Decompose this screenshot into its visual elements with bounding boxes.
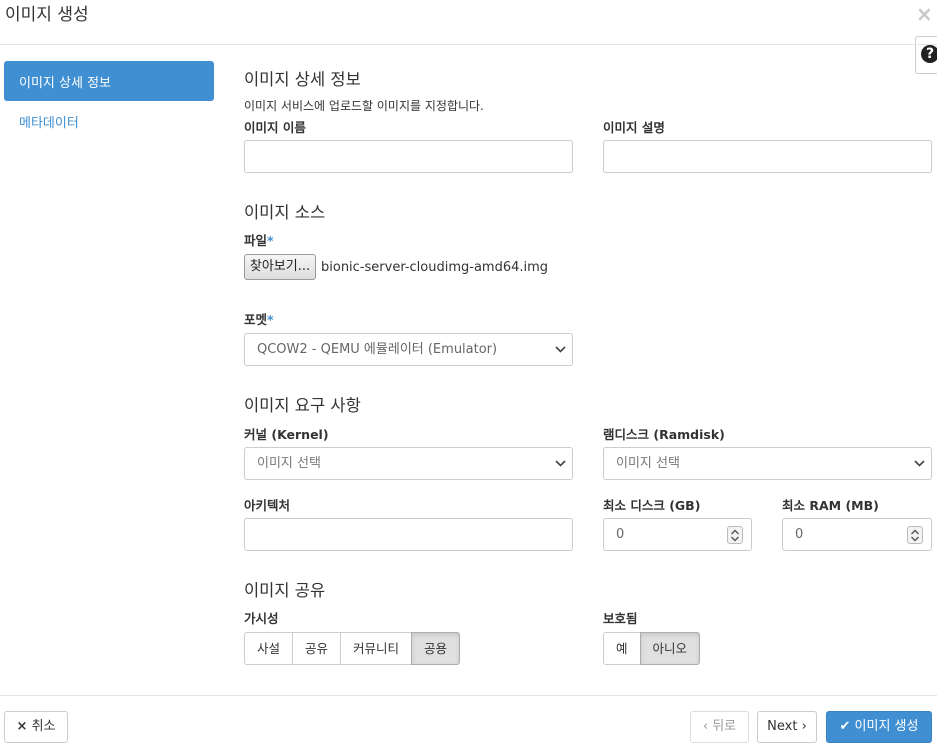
chevron-down-icon [914, 448, 925, 467]
sidebar-item-metadata[interactable]: 메타데이터 [19, 112, 79, 131]
chevron-right-icon: › [801, 719, 807, 734]
kernel-select[interactable]: 이미지 선택 [244, 447, 573, 480]
kernel-label: 커널 (Kernel) [244, 427, 329, 442]
footer-divider [0, 695, 937, 696]
format-select-value: QCOW2 - QEMU 에뮬레이터 (Emulator) [257, 342, 498, 357]
selected-file-name: bionic-server-cloudimg-amd64.img [321, 260, 549, 275]
ramdisk-label: 램디스크 (Ramdisk) [603, 427, 725, 442]
create-image-button-label: 이미지 생성 [854, 719, 919, 734]
ramdisk-select[interactable]: 이미지 선택 [603, 447, 932, 480]
architecture-input[interactable] [244, 518, 573, 551]
create-image-button[interactable]: ✔ 이미지 생성 [826, 711, 932, 743]
required-mark: * [267, 233, 274, 248]
required-mark: * [267, 312, 274, 327]
image-description-input[interactable] [603, 140, 932, 173]
modal-title: 이미지 생성 [5, 5, 89, 25]
visibility-label: 가시성 [244, 611, 279, 626]
next-button[interactable]: Next › [757, 711, 817, 743]
min-ram-label: 최소 RAM (MB) [782, 498, 879, 513]
chevron-left-icon: ‹ [702, 719, 709, 734]
file-label-text: 파일 [244, 233, 268, 248]
protected-no-button[interactable]: 아니오 [639, 632, 701, 665]
file-label: 파일* [244, 230, 274, 249]
section-heading-source: 이미지 소스 [244, 203, 326, 222]
min-ram-input[interactable]: 0 [782, 518, 932, 551]
chevron-down-icon [555, 334, 566, 353]
visibility-public-button[interactable]: 공용 [411, 632, 461, 665]
visibility-private-button[interactable]: 사설 [244, 632, 294, 665]
section-heading-details: 이미지 상세 정보 [244, 70, 361, 89]
header-divider [0, 44, 937, 45]
section-heading-requirements: 이미지 요구 사항 [244, 396, 361, 415]
architecture-label: 아키텍처 [244, 498, 291, 513]
spinner-icon[interactable] [727, 526, 743, 544]
back-button-label: 뒤로 [712, 719, 737, 734]
format-select[interactable]: QCOW2 - QEMU 에뮬레이터 (Emulator) [244, 333, 573, 366]
format-label: 포멧* [244, 309, 274, 328]
cancel-button[interactable]: × 취소 [4, 711, 68, 743]
visibility-community-button[interactable]: 커뮤니티 [340, 632, 413, 665]
protected-toggle-group: 예 아니오 [603, 632, 701, 665]
visibility-shared-button[interactable]: 공유 [292, 632, 342, 665]
visibility-toggle-group: 사설 공유 커뮤니티 공용 [244, 632, 461, 665]
help-button[interactable]: ? [915, 36, 937, 74]
back-button[interactable]: ‹ 뒤로 [690, 711, 749, 743]
protected-yes-button[interactable]: 예 [603, 632, 641, 665]
min-disk-value: 0 [616, 527, 625, 542]
min-disk-input[interactable]: 0 [603, 518, 752, 551]
check-icon: ✔ [839, 719, 851, 734]
details-help-text: 이미지 서비스에 업로드할 이미지를 지정합니다. [244, 99, 484, 113]
min-disk-label: 최소 디스크 (GB) [603, 498, 701, 513]
section-heading-sharing: 이미지 공유 [244, 581, 326, 600]
protected-label: 보호됨 [603, 611, 638, 626]
sidebar-item-image-details[interactable]: 이미지 상세 정보 [4, 61, 214, 101]
cancel-button-label: 취소 [31, 719, 56, 734]
image-name-input[interactable] [244, 140, 573, 173]
help-icon: ? [921, 45, 937, 63]
chevron-down-icon [555, 448, 566, 467]
image-name-label: 이미지 이름 [244, 120, 306, 135]
ramdisk-select-value: 이미지 선택 [616, 456, 680, 471]
close-icon[interactable]: × [916, 4, 934, 24]
spinner-icon[interactable] [907, 526, 923, 544]
browse-button[interactable]: 찾아보기... [244, 254, 316, 280]
image-description-label: 이미지 설명 [603, 120, 665, 135]
min-ram-value: 0 [795, 527, 804, 542]
format-label-text: 포멧 [244, 312, 268, 327]
next-button-label: Next [767, 719, 798, 734]
kernel-select-value: 이미지 선택 [257, 456, 321, 471]
close-icon: × [16, 719, 28, 734]
